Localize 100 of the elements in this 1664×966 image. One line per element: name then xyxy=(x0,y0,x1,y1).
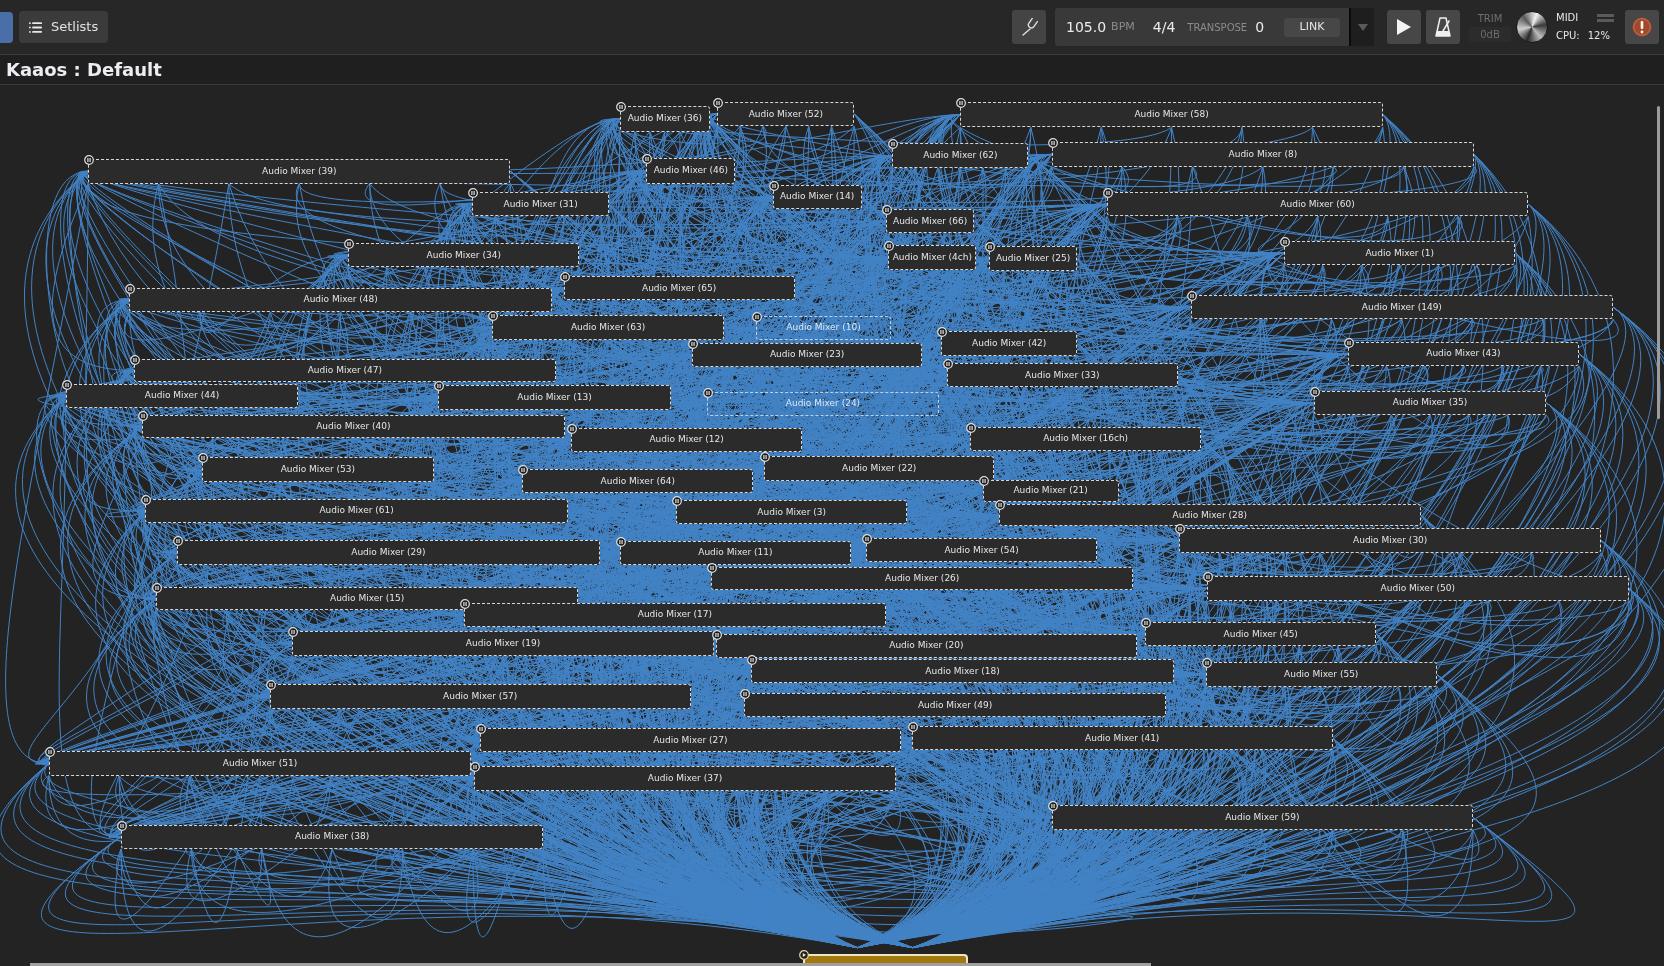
mixer-node[interactable]: Audio Mixer (66) xyxy=(886,209,975,234)
mixer-node[interactable]: Audio Mixer (13) xyxy=(438,385,671,410)
mixer-node[interactable]: Audio Mixer (17) xyxy=(463,602,887,628)
mixer-node[interactable]: Audio Mixer (20) xyxy=(716,633,1137,658)
mixer-node[interactable]: Audio Mixer (48) xyxy=(129,287,552,312)
link-button[interactable]: LINK xyxy=(1284,17,1340,37)
pause-icon xyxy=(1047,138,1058,149)
mixer-node[interactable]: Audio Mixer (54) xyxy=(865,538,1098,563)
mixer-node[interactable]: Audio Mixer (23) xyxy=(691,342,923,368)
cpu-label: CPU: xyxy=(1556,30,1580,42)
pause-icon xyxy=(265,680,276,691)
mixer-node[interactable]: Audio Mixer (22) xyxy=(764,456,995,481)
graph-title: Kaaos : Default xyxy=(6,58,162,82)
mixer-node[interactable]: Audio Mixer (21) xyxy=(982,479,1119,502)
pause-icon xyxy=(978,475,989,486)
node-label: Audio Mixer (33) xyxy=(1025,370,1100,380)
mixer-node[interactable]: Audio Mixer (29) xyxy=(177,540,600,565)
mixer-node[interactable]: Audio Mixer (19) xyxy=(291,631,715,656)
node-label: Audio Mixer (45) xyxy=(1223,629,1298,639)
mixer-node[interactable]: Audio Mixer (65) xyxy=(563,275,795,301)
mixer-node[interactable]: Audio Mixer (46) xyxy=(646,158,736,184)
mixer-node[interactable]: Audio Mixer (1) xyxy=(1284,240,1516,266)
mixer-node[interactable]: Audio Mixer (39) xyxy=(88,159,511,184)
tempo-unit: BPM xyxy=(1111,18,1135,35)
vertical-scrollbar[interactable] xyxy=(1657,106,1660,419)
horizontal-scrollbar[interactable] xyxy=(30,963,1151,966)
mixer-node[interactable]: Audio Mixer (61) xyxy=(145,498,568,524)
mixer-node[interactable]: Audio Mixer (47) xyxy=(133,358,557,383)
mixer-node[interactable]: Audio Mixer (12) xyxy=(570,427,803,453)
pause-icon xyxy=(344,239,355,249)
pause-icon xyxy=(116,820,127,831)
mixer-node[interactable]: Audio Mixer (42) xyxy=(941,331,1078,356)
mixer-node[interactable]: Audio Mixer (45) xyxy=(1145,621,1377,647)
mixer-node[interactable]: Audio Mixer (33) xyxy=(946,362,1178,388)
mixer-node[interactable]: Audio Mixer (41) xyxy=(911,725,1333,751)
pause-icon xyxy=(615,537,626,548)
mixer-node[interactable]: Audio Mixer (16ch) xyxy=(969,426,1202,451)
mixer-node[interactable]: Audio Mixer (30) xyxy=(1179,528,1602,553)
node-label: Audio Mixer (60) xyxy=(1280,199,1355,209)
mixer-node[interactable]: Audio Mixer (64) xyxy=(522,469,754,494)
setlists-button[interactable]: Setlists xyxy=(19,11,108,43)
mixer-node[interactable]: Audio Mixer (3) xyxy=(676,499,908,525)
panel-tab[interactable] xyxy=(0,11,13,43)
mixer-node[interactable]: Audio Mixer (31) xyxy=(472,192,610,217)
mixer-node[interactable]: Audio Mixer (59) xyxy=(1051,805,1473,830)
mixer-node[interactable]: Audio Mixer (36) xyxy=(619,106,710,132)
tempo-value[interactable]: 105.0 xyxy=(1066,16,1107,38)
mixer-node[interactable]: Audio Mixer (50) xyxy=(1206,576,1629,601)
dropdown-button[interactable] xyxy=(1349,8,1374,46)
mixer-node[interactable]: Audio Mixer (14) xyxy=(772,184,862,210)
mixer-node[interactable]: Audio Mixer (37) xyxy=(474,766,896,791)
mixer-node[interactable]: Audio Mixer (18) xyxy=(751,659,1174,684)
metronome-button[interactable] xyxy=(1426,10,1460,44)
alert-button[interactable] xyxy=(1625,10,1659,44)
mixer-node[interactable]: Audio Mixer (62) xyxy=(892,143,1029,168)
mixer-node[interactable]: Audio Mixer (58) xyxy=(960,101,1383,128)
mixer-node[interactable]: Audio Mixer (27) xyxy=(479,728,901,753)
mixer-node[interactable]: Audio Mixer (26) xyxy=(711,566,1134,591)
node-label: Audio Mixer (57) xyxy=(443,692,518,702)
mixer-node[interactable]: Audio Mixer (34) xyxy=(348,243,580,268)
mixer-node[interactable]: Audio Mixer (4ch) xyxy=(888,245,977,270)
mixer-node[interactable]: Audio Mixer (51) xyxy=(48,751,472,776)
pause-icon xyxy=(566,423,577,434)
mixer-node[interactable]: Audio Mixer (55) xyxy=(1205,662,1437,687)
time-signature[interactable]: 4/4 xyxy=(1152,16,1176,38)
node-label: Audio Mixer (62) xyxy=(923,150,998,160)
pause-icon xyxy=(739,688,750,699)
node-label: Audio Mixer (15) xyxy=(330,594,405,603)
mixer-node[interactable]: Audio Mixer (52) xyxy=(717,101,855,127)
mixer-node[interactable]: Audio Mixer (44) xyxy=(65,384,299,408)
transpose-label: TRANSPOSE xyxy=(1187,20,1248,35)
node-label: Audio Mixer (18) xyxy=(925,666,1000,676)
pause-icon xyxy=(942,358,953,369)
mixer-node[interactable]: Audio Mixer (8) xyxy=(1051,142,1475,167)
node-label: Audio Mixer (40) xyxy=(316,422,391,432)
mixer-node[interactable]: Audio Mixer (11) xyxy=(619,541,852,565)
pause-icon xyxy=(488,311,499,322)
trim-label: TRIM xyxy=(1477,12,1503,25)
play-button[interactable] xyxy=(1387,10,1421,44)
mixer-node[interactable]: Audio Mixer (53) xyxy=(201,457,435,482)
node-label: Audio Mixer (1) xyxy=(1365,248,1435,258)
mixer-node[interactable]: Audio Mixer (57) xyxy=(269,684,691,709)
mixer-node[interactable]: Audio Mixer (38) xyxy=(120,824,544,849)
node-label: Audio Mixer (65) xyxy=(642,283,717,293)
mixer-node[interactable]: Audio Mixer (60) xyxy=(1106,192,1529,217)
mixer-node[interactable]: Audio Mixer (40) xyxy=(142,414,565,439)
trim-knob[interactable] xyxy=(1516,11,1548,43)
tuner-button[interactable] xyxy=(1012,10,1046,44)
mixer-node[interactable]: Audio Mixer (35) xyxy=(1313,390,1547,415)
node-label: Audio Mixer (28) xyxy=(1172,510,1247,520)
mixer-node[interactable]: Audio Mixer (28) xyxy=(998,504,1421,527)
mixer-node[interactable]: Audio Mixer (49) xyxy=(743,692,1167,718)
pause-icon xyxy=(713,97,724,108)
mixer-node[interactable]: Audio Mixer (63) xyxy=(492,315,724,340)
node-label: Audio Mixer (43) xyxy=(1426,349,1501,359)
pause-icon xyxy=(747,655,758,665)
mixer-node[interactable]: Audio Mixer (43) xyxy=(1347,341,1580,367)
mixer-node[interactable]: Audio Mixer (25) xyxy=(989,246,1078,271)
transpose-value[interactable]: 0 xyxy=(1255,16,1265,38)
mixer-node[interactable]: Audio Mixer (149) xyxy=(1190,295,1614,320)
